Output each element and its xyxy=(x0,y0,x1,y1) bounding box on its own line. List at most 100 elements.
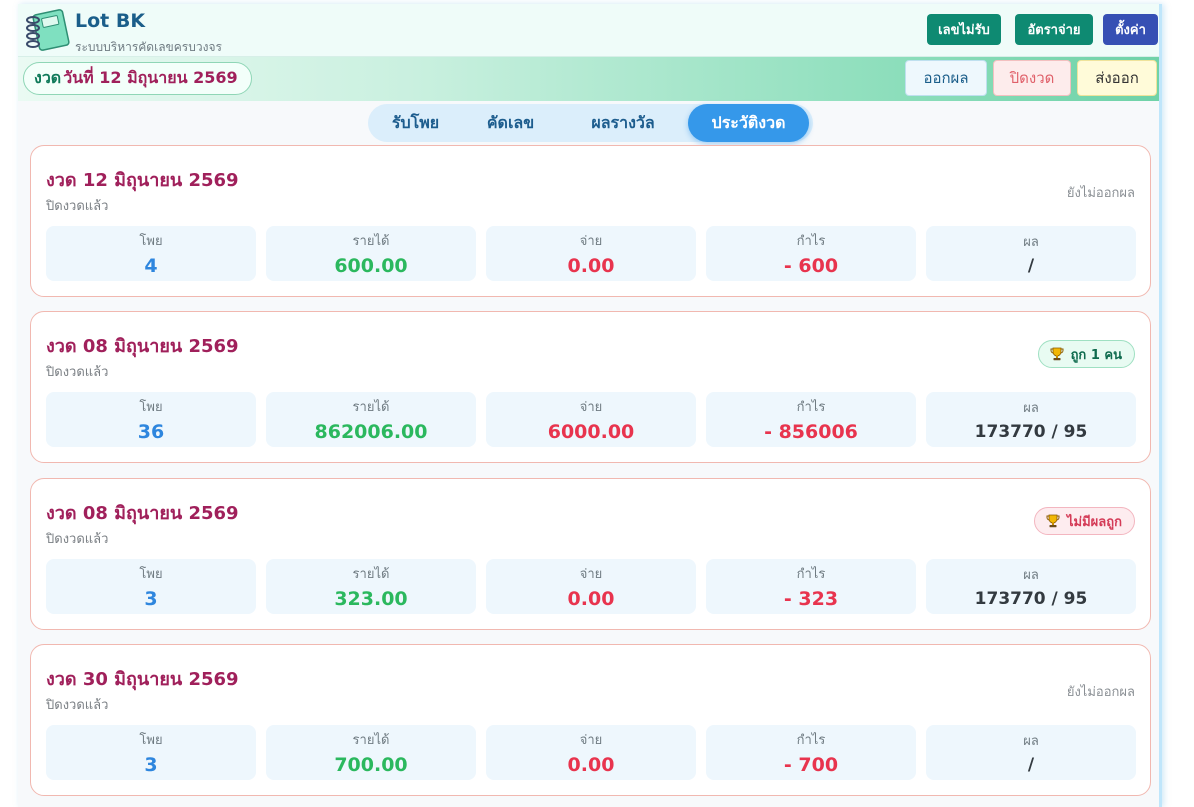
stat-income: รายได้ 862006.00 xyxy=(266,392,476,447)
stat-profit: กำไร - 856006 xyxy=(706,392,916,447)
stat-label: กำไร xyxy=(796,733,826,748)
stat-value: 0.00 xyxy=(567,588,615,610)
round-stats: โพย 3 รายได้ 700.00 จ่าย 0.00 กำไร - 700… xyxy=(46,725,1136,780)
stat-tickets: โพย 3 xyxy=(46,559,256,614)
stat-value: 0.00 xyxy=(567,754,615,776)
stat-result: ผล 173770 / 95 xyxy=(926,559,1136,614)
settings-label: ตั้งค่า xyxy=(1115,23,1146,38)
stat-label: จ่าย xyxy=(579,234,603,249)
stat-value: 0.00 xyxy=(567,255,615,277)
export-button[interactable]: ส่งออก xyxy=(1077,60,1157,96)
excluded-numbers-label: เลขไม่รับ xyxy=(938,23,990,38)
announce-result-button[interactable]: ออกผล xyxy=(905,60,987,96)
stat-value: 3 xyxy=(144,754,158,776)
payout-rate-label: อัตราจ่าย xyxy=(1027,23,1081,38)
stat-label: โพย xyxy=(139,733,163,748)
stat-payout: จ่าย 6000.00 xyxy=(486,392,696,447)
stat-value: 323.00 xyxy=(334,588,408,610)
round-card[interactable]: งวด 08 มิถุนายน 2569 ปิดงวดแล้ว ถูก 1 คน… xyxy=(30,311,1151,463)
notebook-icon xyxy=(26,9,70,51)
round-stats: โพย 4 รายได้ 600.00 จ่าย 0.00 กำไร - 600… xyxy=(46,226,1136,281)
stat-value: 700.00 xyxy=(334,754,408,776)
stat-value: - 323 xyxy=(783,588,839,610)
close-draw-button[interactable]: ปิดงวด xyxy=(993,60,1071,96)
stat-value: 3 xyxy=(144,588,158,610)
round-status: ปิดงวดแล้ว xyxy=(46,698,109,713)
payout-rate-button[interactable]: อัตราจ่าย xyxy=(1015,14,1093,45)
round-stats: โพย 3 รายได้ 323.00 จ่าย 0.00 กำไร - 323… xyxy=(46,559,1136,614)
stat-income: รายได้ 600.00 xyxy=(266,226,476,281)
stat-tickets: โพย 3 xyxy=(46,725,256,780)
winner-badge: ถูก 1 คน xyxy=(1037,340,1135,368)
draw-date: วันที่ 12 มิถุนายน 2569 xyxy=(63,68,238,87)
announce-result-label: ออกผล xyxy=(923,69,969,87)
stat-result: ผล 173770 / 95 xyxy=(926,392,1136,447)
export-label: ส่งออก xyxy=(1095,69,1139,87)
app-title: Lot BK xyxy=(75,10,146,32)
tab-bar: รับโพย คัดเลข ผลรางวัล ประวัติงวด xyxy=(368,104,813,142)
tab-label: ผลรางวัล xyxy=(591,112,655,132)
round-title: งวด 30 มิถุนายน 2569 xyxy=(46,669,239,690)
stat-value: - 600 xyxy=(783,255,839,277)
app-window: Lot BK ระบบบริหารคัดเลขครบวงจร เลขไม่รับ… xyxy=(18,4,1162,807)
stat-income: รายได้ 323.00 xyxy=(266,559,476,614)
draw-bar: งวด วันที่ 12 มิถุนายน 2569 ออกผล ปิดงวด… xyxy=(18,57,1159,101)
stat-tickets: โพย 4 xyxy=(46,226,256,281)
stat-label: ผล xyxy=(1023,568,1039,583)
tab-draw-history[interactable]: ประวัติงวด xyxy=(688,104,809,142)
stat-value: 4 xyxy=(144,255,158,277)
stat-value: / xyxy=(1027,755,1035,775)
trophy-icon xyxy=(1046,514,1060,528)
stat-value: - 856006 xyxy=(764,421,858,443)
stat-value: - 700 xyxy=(783,754,839,776)
stat-payout: จ่าย 0.00 xyxy=(486,226,696,281)
stat-tickets: โพย 36 xyxy=(46,392,256,447)
round-card[interactable]: งวด 30 มิถุนายน 2569 ปิดงวดแล้ว ยังไม่ออ… xyxy=(30,644,1151,796)
stat-label: โพย xyxy=(139,400,163,415)
stat-label: จ่าย xyxy=(579,567,603,582)
stat-payout: จ่าย 0.00 xyxy=(486,725,696,780)
excluded-numbers-button[interactable]: เลขไม่รับ xyxy=(927,14,1001,45)
tab-label: ประวัติงวด xyxy=(711,112,786,132)
stat-result: ผล / xyxy=(926,725,1136,780)
stat-value: 173770 / 95 xyxy=(974,589,1088,609)
stat-label: รายได้ xyxy=(352,733,390,748)
round-stats: โพย 36 รายได้ 862006.00 จ่าย 6000.00 กำไ… xyxy=(46,392,1136,447)
stat-value: 862006.00 xyxy=(314,421,428,443)
close-draw-label: ปิดงวด xyxy=(1009,69,1055,87)
stat-label: โพย xyxy=(139,567,163,582)
stat-value: / xyxy=(1027,256,1035,276)
draw-prefix: งวด xyxy=(34,68,62,87)
round-title: งวด 12 มิถุนายน 2569 xyxy=(46,170,239,191)
round-status: ปิดงวดแล้ว xyxy=(46,199,109,214)
stat-label: จ่าย xyxy=(579,733,603,748)
round-status: ปิดงวดแล้ว xyxy=(46,365,109,380)
tab-prize-results[interactable]: ผลรางวัล xyxy=(558,104,688,142)
stat-profit: กำไร - 323 xyxy=(706,559,916,614)
round-title: งวด 08 มิถุนายน 2569 xyxy=(46,336,239,357)
round-card[interactable]: งวด 08 มิถุนายน 2569 ปิดงวดแล้ว ไม่มีผลถ… xyxy=(30,478,1151,630)
result-pending-text: ยังไม่ออกผล xyxy=(1066,186,1135,201)
round-card[interactable]: งวด 12 มิถุนายน 2569 ปิดงวดแล้ว ยังไม่ออ… xyxy=(30,145,1151,297)
tab-label: รับโพย xyxy=(391,112,440,132)
stat-label: ผล xyxy=(1023,734,1039,749)
stat-label: กำไร xyxy=(796,567,826,582)
stat-label: รายได้ xyxy=(352,567,390,582)
stat-label: กำไร xyxy=(796,234,826,249)
stat-label: โพย xyxy=(139,234,163,249)
app-header: Lot BK ระบบบริหารคัดเลขครบวงจร เลขไม่รับ… xyxy=(18,4,1159,57)
stat-label: รายได้ xyxy=(352,234,390,249)
stat-label: ผล xyxy=(1023,235,1039,250)
stat-income: รายได้ 700.00 xyxy=(266,725,476,780)
settings-button[interactable]: ตั้งค่า xyxy=(1103,14,1158,45)
stat-profit: กำไร - 700 xyxy=(706,725,916,780)
stat-result: ผล / xyxy=(926,226,1136,281)
stat-value: 36 xyxy=(137,421,165,443)
no-winner-badge: ไม่มีผลถูก xyxy=(1033,507,1135,535)
tab-receive-tickets[interactable]: รับโพย xyxy=(368,104,463,142)
stat-label: รายได้ xyxy=(352,400,390,415)
tab-filter-numbers[interactable]: คัดเลข xyxy=(463,104,558,142)
stat-profit: กำไร - 600 xyxy=(706,226,916,281)
stat-value: 6000.00 xyxy=(547,421,635,443)
stat-value: 173770 / 95 xyxy=(974,422,1088,442)
